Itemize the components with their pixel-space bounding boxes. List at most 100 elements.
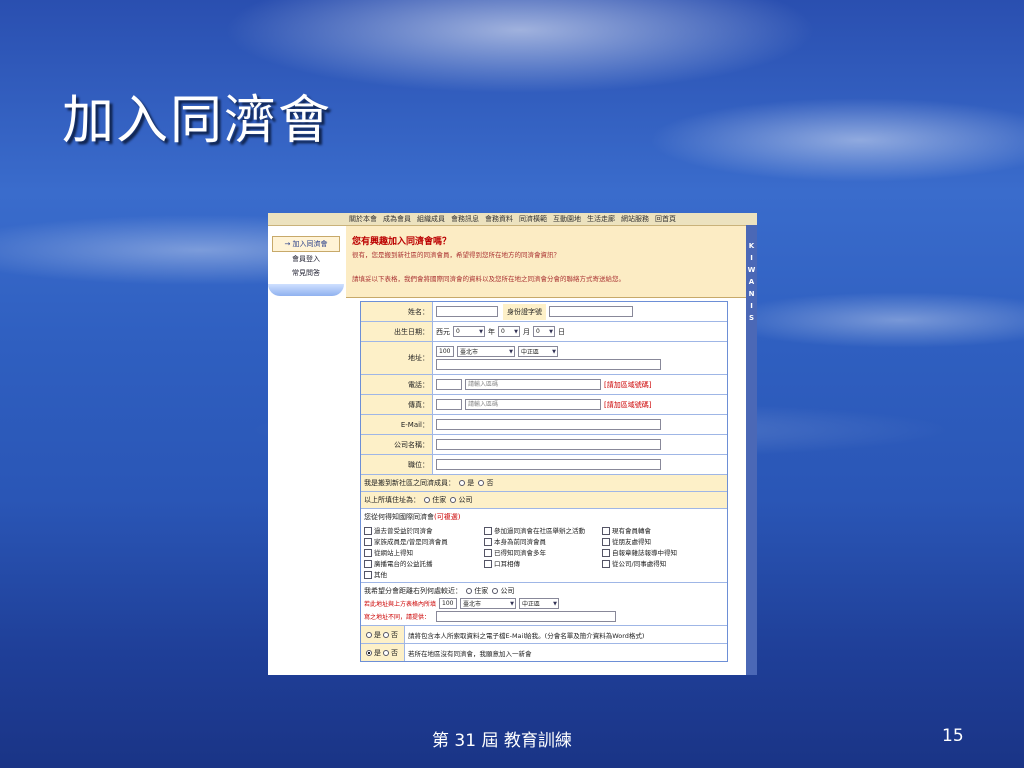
nav-item[interactable]: 網站服務 xyxy=(621,214,649,224)
member-no-radio[interactable] xyxy=(478,480,485,486)
email-pref-no-radio[interactable] xyxy=(383,631,389,638)
source-option[interactable]: 從網站上得知 xyxy=(364,547,484,557)
nav-item[interactable]: 關於本會 xyxy=(349,214,377,224)
source-option[interactable]: 已得知同濟會多年 xyxy=(484,547,602,557)
chevron-down-icon: ▼ xyxy=(509,348,513,355)
phone-number-input[interactable]: 請輸入區碼 xyxy=(465,379,601,390)
nav-item[interactable]: 會務資料 xyxy=(485,214,513,224)
nav-item[interactable]: 組織成員 xyxy=(417,214,445,224)
checkbox[interactable] xyxy=(484,560,492,568)
checkbox[interactable] xyxy=(364,571,372,579)
sidebar-item-faq[interactable]: 常見問答 xyxy=(268,266,344,280)
checkbox[interactable] xyxy=(364,527,372,535)
company-option-label: 公司 xyxy=(458,496,473,504)
chevron-down-icon: ▼ xyxy=(514,328,518,335)
source-option[interactable]: 從公司/同事處得知 xyxy=(602,558,722,568)
brand-letter: I xyxy=(750,302,753,310)
fax-number-input[interactable]: 請輸入區碼 xyxy=(465,399,601,410)
company-input[interactable] xyxy=(436,439,661,450)
day-unit: 日 xyxy=(558,327,565,336)
brand-letter: A xyxy=(748,278,755,286)
address-company-radio[interactable] xyxy=(450,497,457,503)
name-label: 姓名： xyxy=(361,302,433,321)
email-pref-options: 是 否 xyxy=(361,626,405,643)
home-label: 住家 xyxy=(432,496,447,504)
address-input[interactable] xyxy=(436,359,661,370)
checkbox[interactable] xyxy=(364,549,372,557)
no-label: 否 xyxy=(486,479,494,487)
checkbox[interactable] xyxy=(602,527,610,535)
id-input[interactable] xyxy=(549,306,633,317)
company-row: 公司名稱： xyxy=(361,435,727,455)
nav-item[interactable]: 同濟橫範 xyxy=(519,214,547,224)
name-input[interactable] xyxy=(436,306,498,317)
nearest-city-select[interactable]: 臺北市 ▼ xyxy=(460,598,517,609)
nav-item[interactable]: 生活走廊 xyxy=(587,214,615,224)
checkbox[interactable] xyxy=(484,549,492,557)
position-label: 職位： xyxy=(361,455,433,474)
member-yes-radio[interactable] xyxy=(459,480,466,486)
address-type-question: 以上所填住址為： xyxy=(364,496,420,504)
checkbox[interactable] xyxy=(602,549,610,557)
district-select[interactable]: 中正區 ▼ xyxy=(518,346,558,357)
address-type-row: 以上所填住址為： 住家 公司 xyxy=(361,492,727,509)
phone-area-input[interactable] xyxy=(436,379,462,390)
source-option[interactable]: 廣播電台的公益託播 xyxy=(364,558,484,568)
email-input[interactable] xyxy=(436,419,661,430)
year-unit: 年 xyxy=(488,327,495,336)
source-option[interactable]: 本身為前同濟會員 xyxy=(484,536,602,546)
source-option[interactable]: 口耳相傳 xyxy=(484,558,602,568)
city-select[interactable]: 臺北市 ▼ xyxy=(457,346,515,357)
checkbox[interactable] xyxy=(364,560,372,568)
source-option[interactable]: 從朋友處得知 xyxy=(602,536,722,546)
nearest-zip-input[interactable]: 100 xyxy=(439,598,458,609)
nearest-home-radio[interactable] xyxy=(466,588,473,594)
source-option[interactable]: 家族成員是/曾是同濟會員 xyxy=(364,536,484,546)
sidebar-item-login[interactable]: 會員登入 xyxy=(268,252,344,266)
address-home-radio[interactable] xyxy=(424,497,431,503)
company-label: 公司名稱： xyxy=(361,435,433,454)
chevron-down-icon: ▼ xyxy=(552,348,556,355)
new-club-no-radio[interactable] xyxy=(383,649,389,656)
nav-item[interactable]: 回首頁 xyxy=(655,214,676,224)
checkbox[interactable] xyxy=(602,560,610,568)
sidebar-item-join[interactable]: → 加入同濟會 xyxy=(272,236,340,252)
source-option[interactable]: 過去曾受益於同濟會 xyxy=(364,525,484,535)
source-option[interactable]: 其他 xyxy=(364,569,484,579)
email-pref-row: 是 否 請將包含本人所索取資料之電子檔E-Mail給我。(分會名單及簡介資料為W… xyxy=(361,626,727,644)
email-pref-text: 請將包含本人所索取資料之電子檔E-Mail給我。(分會名單及簡介資料為Word格… xyxy=(408,631,645,640)
nearest-district-select[interactable]: 中正區 ▼ xyxy=(519,598,560,609)
checkbox[interactable] xyxy=(484,527,492,535)
era-label: 西元 xyxy=(436,327,450,336)
day-select[interactable]: 0 ▼ xyxy=(533,326,555,337)
source-row: 您從何得知國際同濟會(可複選) 過去曾受益於同濟會 參加過同濟會在社區舉辦之活動… xyxy=(361,509,727,583)
zip-input[interactable]: 100 xyxy=(436,346,454,357)
sidebar-wave-decoration xyxy=(268,284,344,296)
position-row: 職位： xyxy=(361,455,727,475)
nav-item[interactable]: 互動園地 xyxy=(553,214,581,224)
nav-item[interactable]: 會務訊息 xyxy=(451,214,479,224)
fax-area-input[interactable] xyxy=(436,399,462,410)
email-pref-yes-radio[interactable] xyxy=(366,631,372,638)
month-select[interactable]: 0 ▼ xyxy=(498,326,520,337)
nearest-company-radio[interactable] xyxy=(492,588,499,594)
year-select[interactable]: 0 ▼ xyxy=(453,326,485,337)
content-instruction: 請填妥以下表格，我們會將國際同濟會的資料以及您所在地之同濟會分會的聯絡方式寄送給… xyxy=(352,275,625,283)
address-label: 地址： xyxy=(361,342,433,374)
checkbox[interactable] xyxy=(602,538,610,546)
checkbox[interactable] xyxy=(484,538,492,546)
brand-letter: N xyxy=(748,290,755,298)
chevron-down-icon: ▼ xyxy=(553,600,558,607)
nearest-address-input[interactable] xyxy=(436,611,617,622)
source-question: 您從何得知國際同濟會 xyxy=(364,513,434,521)
membership-form: 姓名： 身份證字號 出生日期： 西元 0 ▼ 年 0 ▼ 月 0 ▼ 日 地址：… xyxy=(360,301,728,662)
checkbox[interactable] xyxy=(364,538,372,546)
nav-item[interactable]: 成為會員 xyxy=(383,214,411,224)
position-input[interactable] xyxy=(436,459,661,470)
nearest-question: 我希望分會距離右列何處較近： xyxy=(364,587,462,595)
source-option[interactable]: 參加過同濟會在社區舉辦之活動 xyxy=(484,525,602,535)
source-option[interactable]: 自報章雜誌報導中得知 xyxy=(602,547,722,557)
new-club-yes-radio[interactable] xyxy=(366,649,372,656)
source-option[interactable]: 現有會員轉會 xyxy=(602,525,722,535)
chevron-down-icon: ▼ xyxy=(549,328,553,335)
